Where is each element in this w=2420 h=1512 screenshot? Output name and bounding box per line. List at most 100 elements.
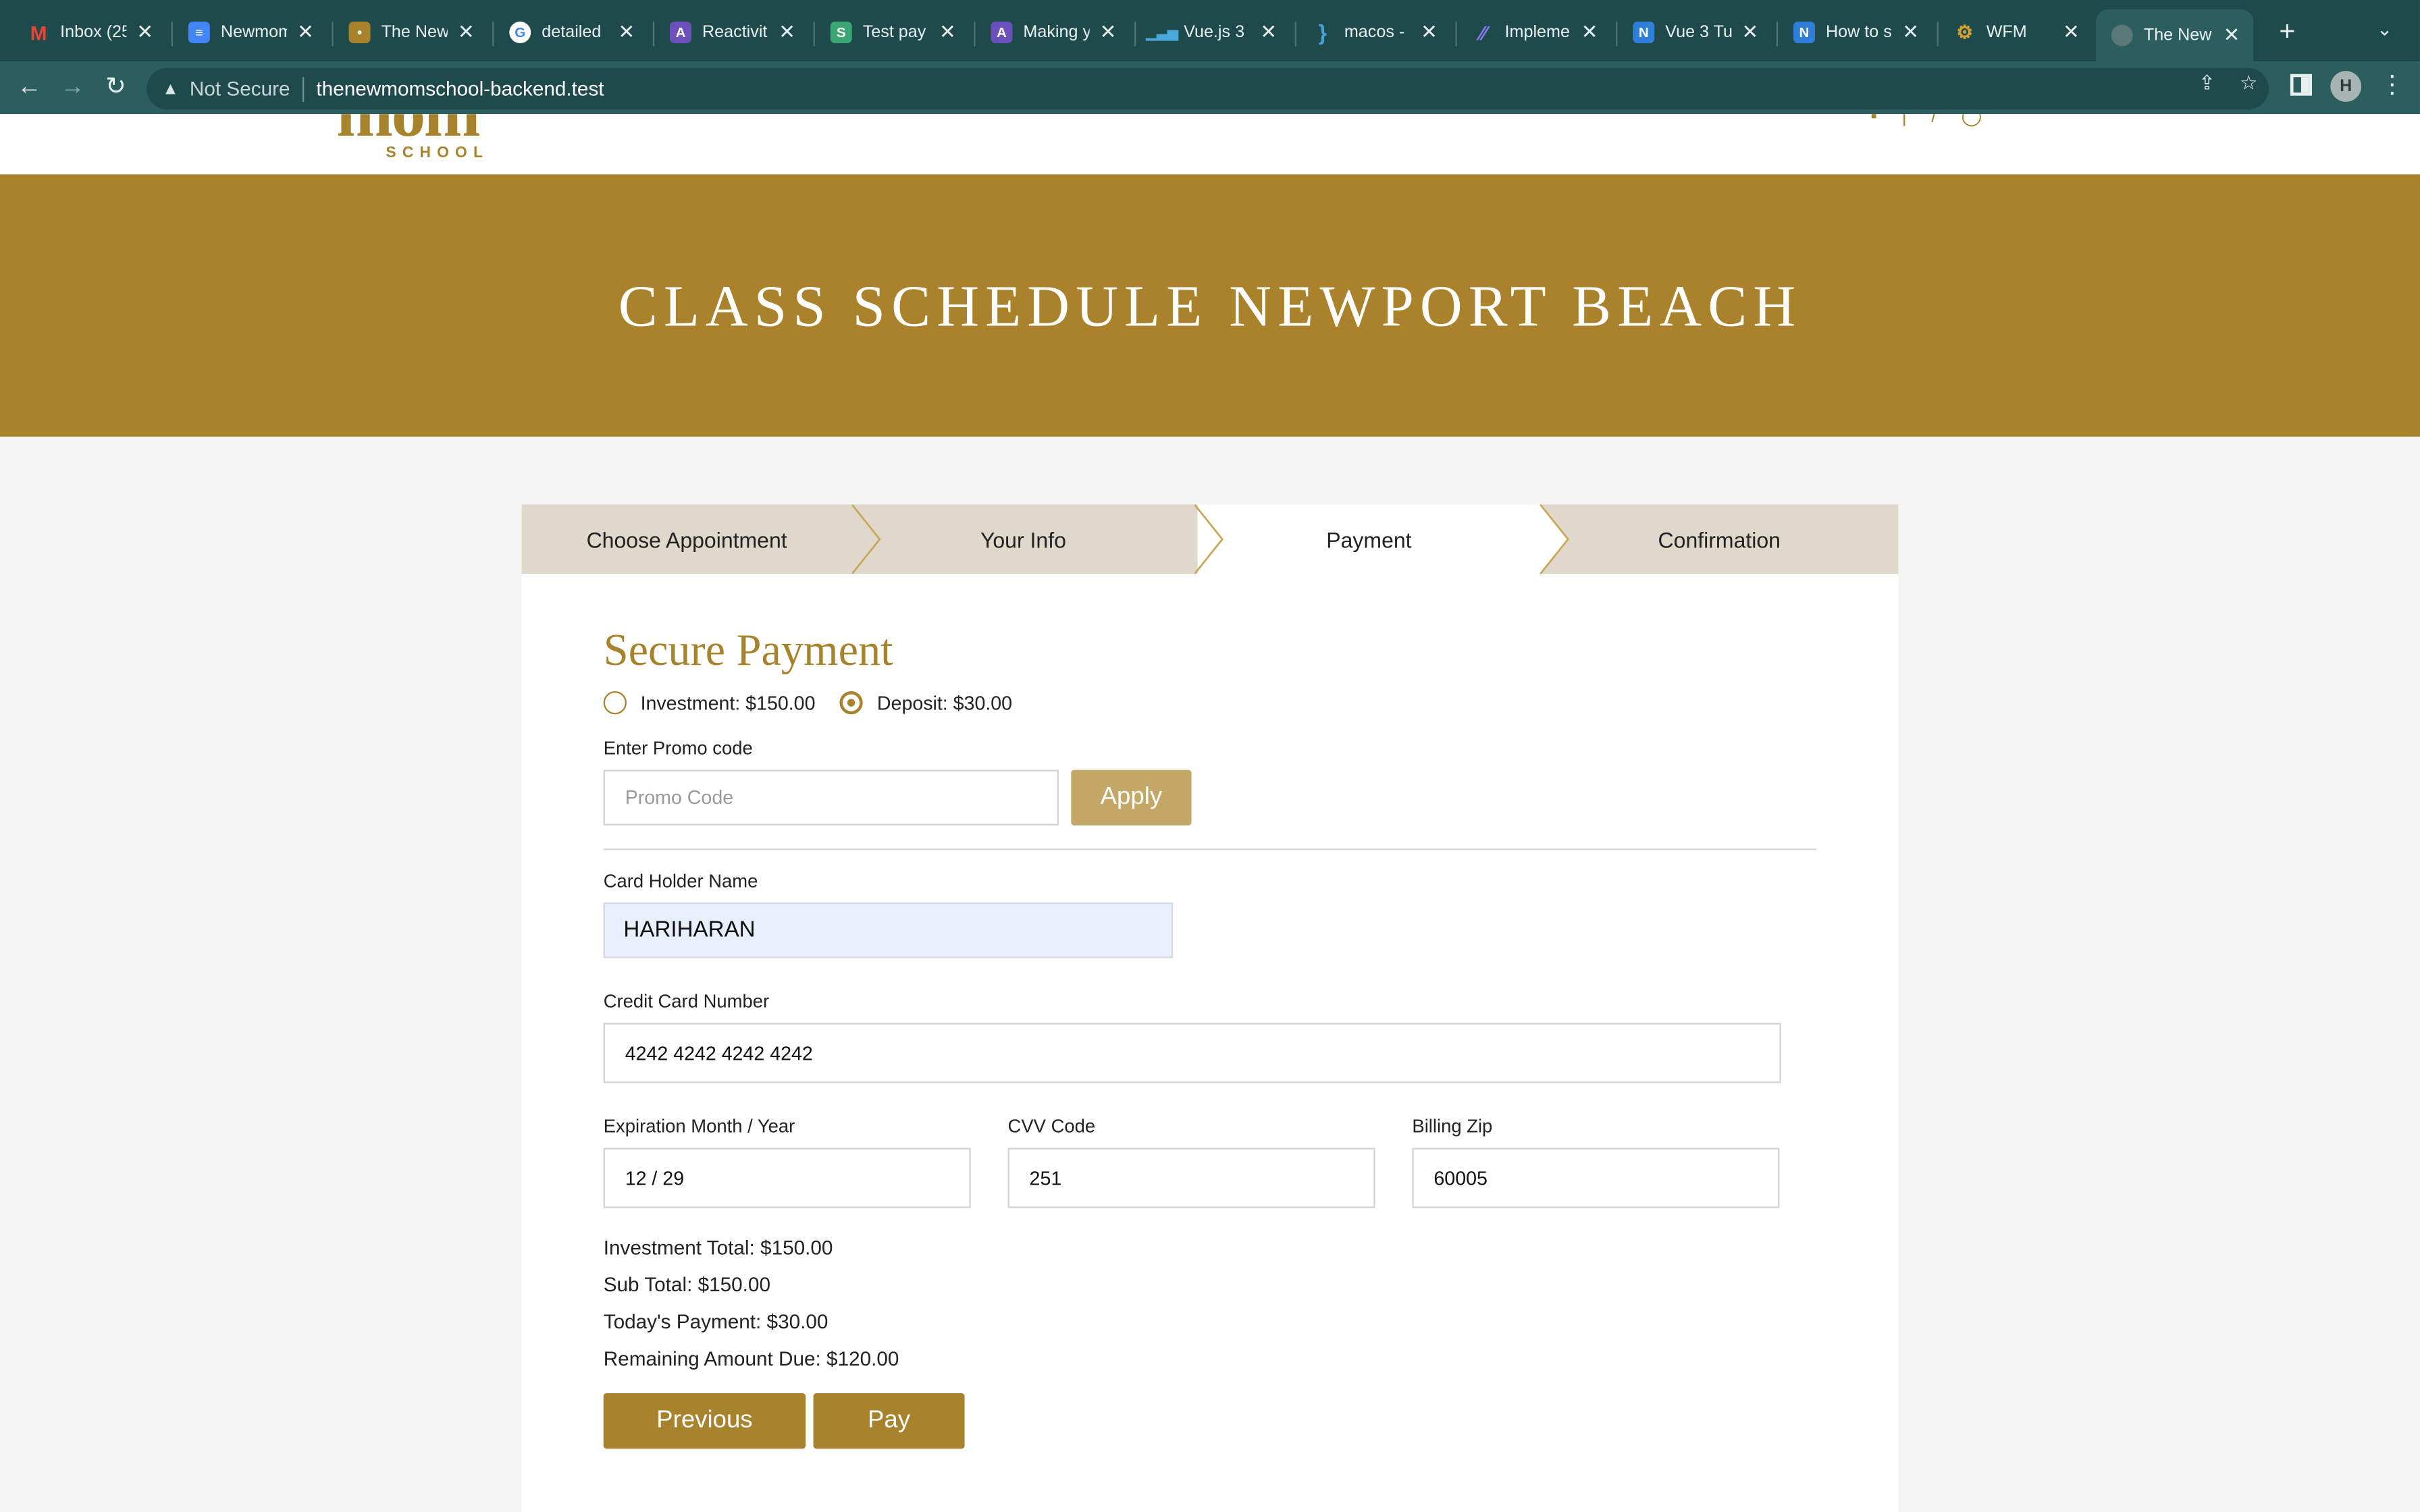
pay-button[interactable]: Pay (813, 1393, 965, 1449)
close-icon[interactable]: ✕ (1901, 20, 1920, 45)
expiry-input[interactable]: 12 / 29 (603, 1148, 971, 1208)
step-label: Confirmation (1658, 526, 1781, 552)
tab-title: Reactivit (702, 23, 768, 42)
close-icon[interactable]: ✕ (1741, 20, 1759, 45)
payment-form: Secure Payment Investment: $150.00 Depos… (521, 574, 1899, 1512)
tab-how-to[interactable]: N How to s ✕ (1778, 9, 1932, 56)
google-icon: G (509, 21, 531, 43)
zip-input[interactable]: 60005 (1412, 1148, 1780, 1208)
todays-payment: Today's Payment: $30.00 (603, 1310, 828, 1333)
warning-icon: ▲ (161, 79, 179, 99)
slash-icon: ⁄⁄ (1479, 20, 1487, 45)
tab-detailed[interactable]: G detailed ✕ (494, 9, 648, 56)
rocket-icon: A (991, 21, 1013, 43)
tab-title: WFM (1986, 23, 2027, 42)
apply-button[interactable]: Apply (1071, 770, 1192, 826)
tab-active-the-new[interactable]: The New ✕ (2095, 9, 2254, 62)
tab-title: The New (381, 23, 448, 42)
reload-icon[interactable]: ↻ (99, 71, 132, 105)
zip-label: Billing Zip (1412, 1115, 1493, 1137)
close-icon[interactable]: ✕ (457, 20, 475, 45)
section-title: Secure Payment (603, 626, 893, 676)
omnibox-divider (302, 76, 305, 101)
tab-title: How to s (1825, 23, 1892, 42)
tab-reactivity[interactable]: A Reactivit ✕ (654, 9, 809, 56)
checkout-steps: Choose Appointment Your Info Payment Con… (521, 504, 1899, 574)
previous-button[interactable]: Previous (603, 1393, 806, 1449)
step-label: Payment (1326, 526, 1412, 552)
header-social-icons[interactable]: ▪|/◯ (1870, 114, 2006, 126)
tab-macos[interactable]: } macos - ✕ (1296, 9, 1451, 56)
close-icon[interactable]: ✕ (778, 20, 796, 45)
tab-title: Test pay (862, 23, 926, 42)
tab-implement[interactable]: ⁄⁄ Impleme ✕ (1457, 9, 1612, 56)
braces-icon: } (1318, 20, 1327, 45)
step-choose-appointment[interactable]: Choose Appointment (522, 504, 852, 574)
step-confirmation[interactable]: Confirmation (1540, 504, 1898, 574)
site-header: mom SCHOOL ▪|/◯ (0, 114, 2420, 175)
promo-code-input[interactable]: Promo Code (603, 770, 1059, 826)
security-label[interactable]: Not Secure (190, 77, 290, 100)
tab-wfm[interactable]: ⚙ WFM ✕ (1939, 9, 2093, 56)
google-docs-icon: ≡ (188, 21, 210, 43)
globe-icon (2111, 24, 2133, 47)
expiry-label: Expiration Month / Year (603, 1115, 795, 1137)
browser-window: M Inbox (25 ✕ ≡ Newmom ✕ • The New ✕ G d… (0, 0, 2420, 1512)
card-holder-input[interactable]: HARIHARAN (603, 902, 1174, 959)
star-icon[interactable]: ☆ (2233, 68, 2264, 99)
radio-deposit[interactable] (840, 691, 864, 715)
menu-kebab-icon[interactable]: ⋮ (2380, 71, 2405, 102)
close-icon[interactable]: ✕ (617, 20, 635, 45)
close-icon[interactable]: ✕ (1099, 20, 1117, 45)
gmail-icon: M (30, 20, 47, 45)
close-icon[interactable]: ✕ (136, 20, 154, 45)
step-your-info[interactable]: Your Info (852, 504, 1194, 574)
tab-inbox[interactable]: M Inbox (25 ✕ (12, 9, 167, 56)
chart-icon: ▁▃▅ (1146, 24, 1178, 40)
forward-arrow-icon[interactable]: → (55, 71, 89, 105)
side-panel-icon[interactable] (2290, 74, 2312, 96)
close-icon[interactable]: ✕ (1420, 20, 1438, 45)
card-holder-label: Card Holder Name (603, 870, 758, 892)
tab-newmom[interactable]: ≡ Newmom ✕ (173, 9, 327, 56)
tab-vue3-tut[interactable]: N Vue 3 Tu ✕ (1617, 9, 1772, 56)
page-title: CLASS SCHEDULE NEWPORT BEACH (618, 274, 1802, 340)
promo-label: Enter Promo code (603, 737, 753, 759)
payment-options: Investment: $150.00 Deposit: $30.00 (603, 691, 1012, 715)
tab-title: Vue 3 Tu (1665, 23, 1732, 42)
cvv-label: CVV Code (1007, 1115, 1096, 1137)
radio-investment[interactable] (603, 691, 627, 715)
tab-test-pay[interactable]: S Test pay ✕ (815, 9, 970, 56)
step-divider-chevron (851, 504, 881, 574)
back-arrow-icon[interactable]: ← (12, 71, 46, 105)
cvv-input[interactable]: 251 (1007, 1148, 1375, 1208)
close-icon[interactable]: ✕ (2062, 20, 2080, 45)
address-bar[interactable]: ▲ Not Secure thenewmomschool-backend.tes… (147, 68, 2269, 110)
tab-title: Making y (1023, 23, 1090, 42)
step-payment[interactable]: Payment (1197, 504, 1541, 574)
close-icon[interactable]: ✕ (2222, 23, 2240, 48)
tab-making[interactable]: A Making y ✕ (976, 9, 1130, 56)
profile-avatar[interactable]: H (2330, 71, 2362, 102)
card-number-input[interactable]: 4242 4242 4242 4242 (603, 1023, 1781, 1083)
tab-title: macos - (1344, 23, 1405, 42)
tab-title: Impleme (1504, 23, 1570, 42)
close-icon[interactable]: ✕ (939, 20, 957, 45)
radio-deposit-label[interactable]: Deposit: $30.00 (877, 692, 1012, 713)
radio-investment-label[interactable]: Investment: $150.00 (641, 692, 816, 713)
tab-title: The New (2143, 26, 2212, 45)
tab-vuejs[interactable]: ▁▃▅ Vue.js 3 ✕ (1136, 9, 1290, 56)
step-label: Choose Appointment (586, 526, 787, 552)
new-tab-icon[interactable]: + (2272, 16, 2303, 47)
close-icon[interactable]: ✕ (1259, 20, 1278, 45)
share-icon[interactable]: ⇪ (2192, 68, 2223, 99)
tab-title: Newmom (220, 23, 288, 42)
tab-search-chevron-icon[interactable]: ⌄ (2377, 18, 2392, 40)
tab-title: Inbox (25 (60, 23, 127, 42)
close-icon[interactable]: ✕ (1581, 20, 1599, 45)
close-icon[interactable]: ✕ (296, 20, 315, 45)
tab-the-new[interactable]: • The New ✕ (334, 9, 488, 56)
url-text[interactable]: thenewmomschool-backend.test (316, 77, 604, 100)
gear-icon: ⚙ (1956, 21, 1973, 43)
sub-total: Sub Total: $150.00 (603, 1272, 770, 1296)
